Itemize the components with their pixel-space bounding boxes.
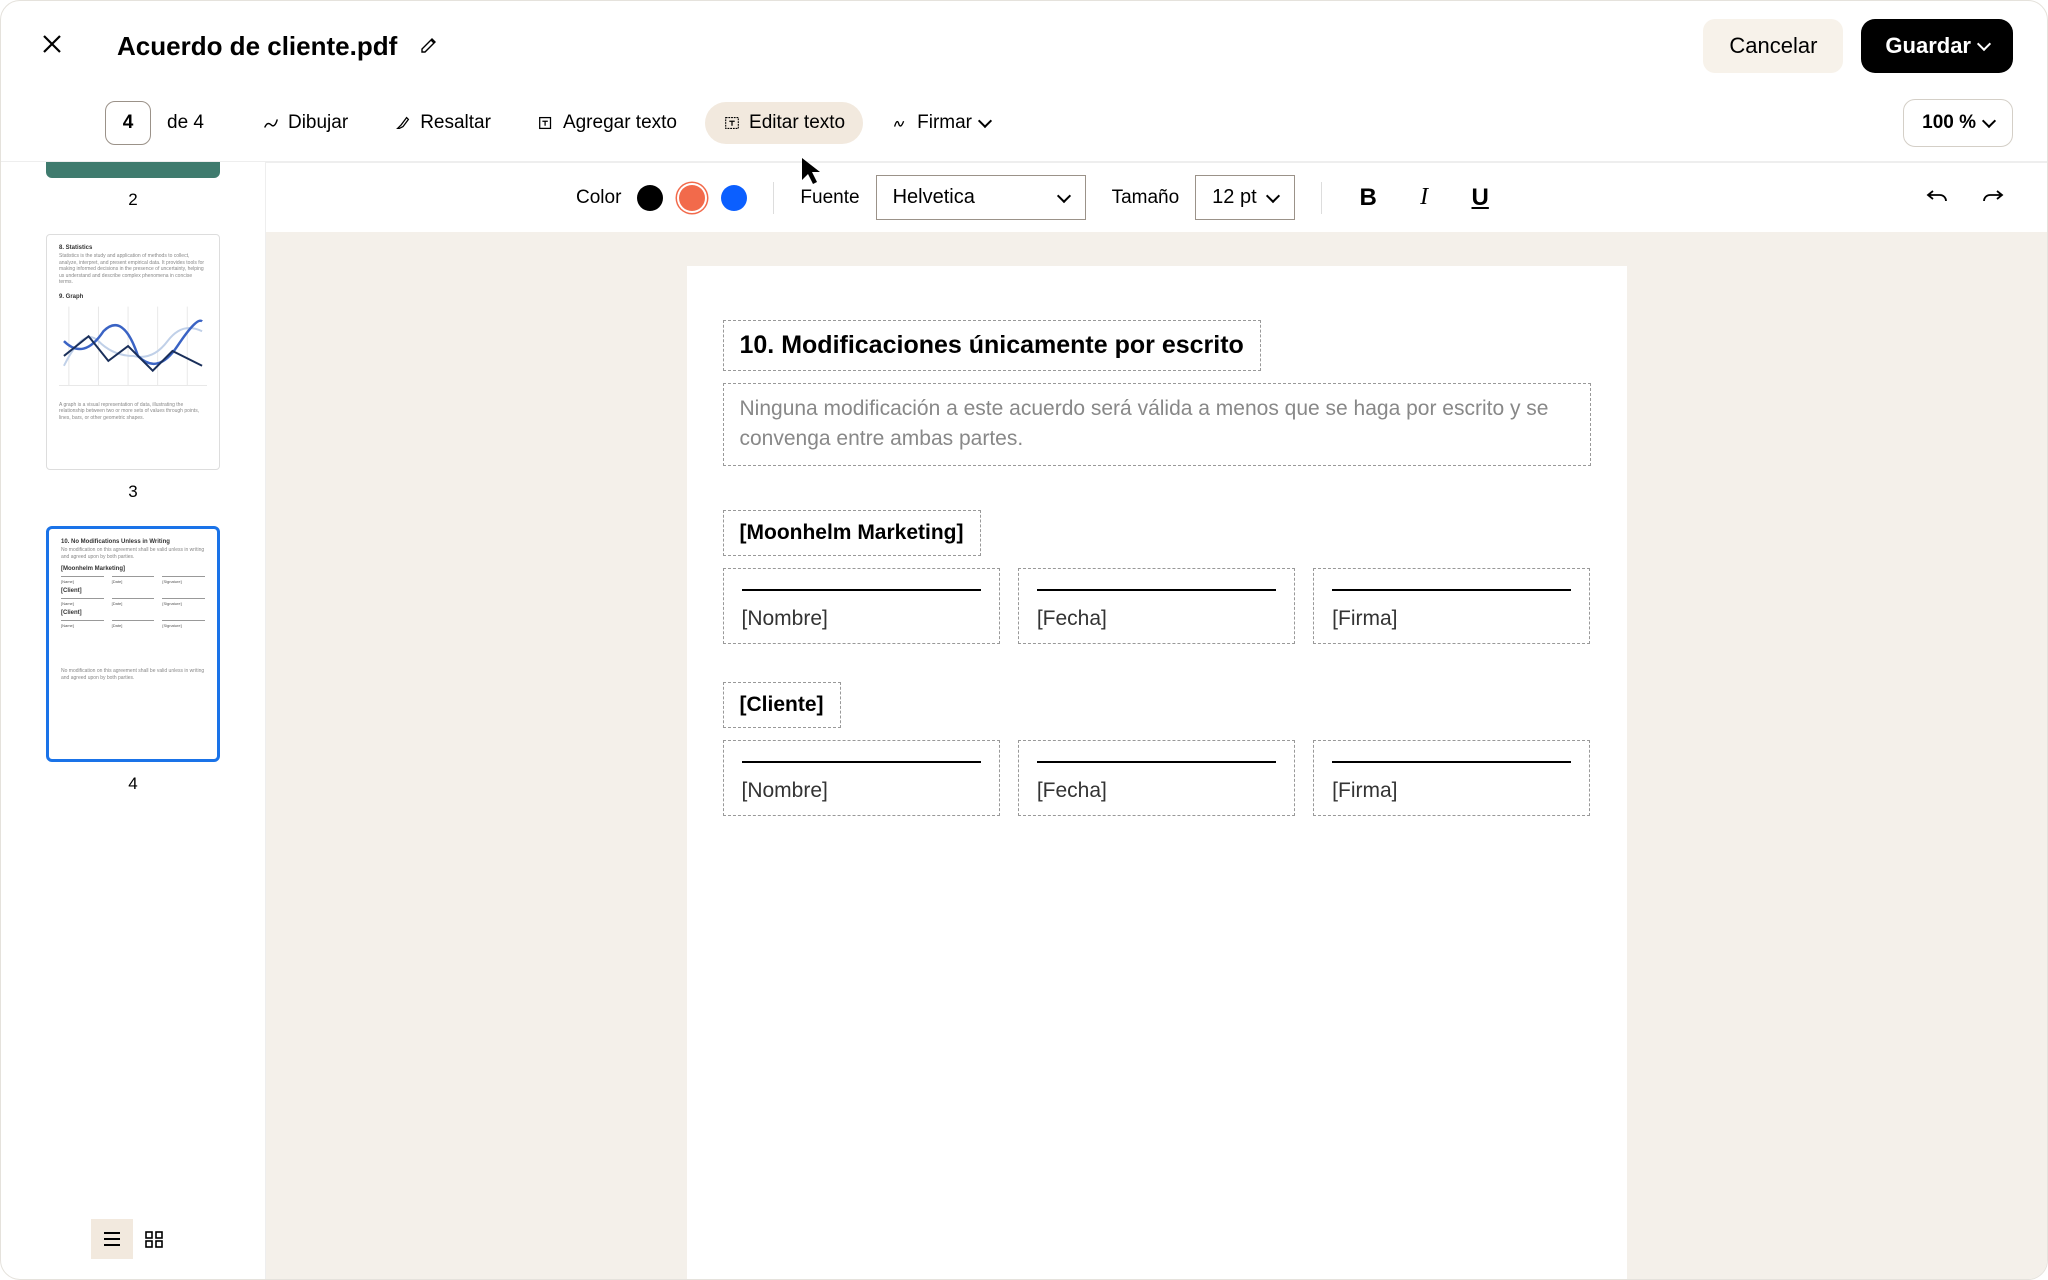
editable-party2[interactable]: [Cliente]	[723, 682, 841, 728]
chevron-down-icon	[1056, 188, 1070, 202]
editable-sig-signature[interactable]: [Firma]	[1313, 568, 1590, 644]
page-number-input[interactable]: 4	[105, 101, 151, 145]
thumbnail-page-3[interactable]: 8. Statistics Statistics is the study an…	[46, 234, 220, 470]
document-canvas[interactable]: 10. Modificaciones únicamente por escrit…	[266, 232, 2047, 1279]
thumbnail-page-4[interactable]: 10. No Modifications Unless in Writing N…	[46, 526, 220, 762]
thumbnail-label-3: 3	[128, 482, 137, 502]
list-icon	[102, 1230, 122, 1248]
view-list-button[interactable]	[91, 1219, 133, 1259]
editable-sig-date[interactable]: [Fecha]	[1018, 740, 1295, 816]
color-swatch-blue[interactable]	[721, 185, 747, 211]
thumbnail-page-2-partial[interactable]	[46, 162, 220, 178]
grid-icon	[144, 1230, 164, 1248]
divider	[773, 182, 774, 214]
tool-edit-text[interactable]: Editar texto	[705, 102, 863, 144]
zoom-select[interactable]: 100 %	[1903, 99, 2013, 147]
redo-icon	[1981, 185, 2005, 205]
color-swatch-orange[interactable]	[679, 185, 705, 211]
toolbar: 4 de 4 Dibujar Resaltar Agregar texto Ed…	[1, 91, 2047, 161]
close-icon	[41, 33, 63, 55]
signature-row: [Nombre] [Fecha] [Firma]	[723, 568, 1591, 644]
draw-icon	[262, 114, 280, 132]
redo-button[interactable]	[1973, 180, 2013, 216]
underline-button[interactable]: U	[1460, 178, 1500, 218]
save-button-label: Guardar	[1885, 33, 1971, 59]
chevron-down-icon	[1266, 188, 1280, 202]
color-label: Color	[576, 187, 621, 209]
file-title: Acuerdo de cliente.pdf	[117, 31, 397, 62]
edit-text-icon	[723, 114, 741, 132]
editable-body[interactable]: Ninguna modificación a este acuerdo será…	[723, 383, 1591, 466]
divider	[1321, 182, 1322, 214]
bold-button[interactable]: B	[1348, 178, 1388, 218]
header: Acuerdo de cliente.pdf Cancelar Guardar	[1, 1, 2047, 91]
page-total: de 4	[167, 112, 204, 134]
edit-title-button[interactable]	[415, 31, 443, 62]
save-button[interactable]: Guardar	[1861, 19, 2013, 73]
font-select[interactable]: Helvetica	[876, 175, 1086, 220]
page-content: 10. Modificaciones únicamente por escrit…	[687, 266, 1627, 1279]
chevron-down-icon	[978, 114, 992, 128]
signature-row: [Nombre] [Fecha] [Firma]	[723, 740, 1591, 816]
pencil-icon	[419, 35, 439, 55]
undo-button[interactable]	[1917, 180, 1957, 216]
editable-sig-name[interactable]: [Nombre]	[723, 568, 1000, 644]
chevron-down-icon	[1982, 114, 1996, 128]
thumbnail-label-2: 2	[128, 190, 137, 210]
editable-sig-date[interactable]: [Fecha]	[1018, 568, 1295, 644]
undo-icon	[1925, 185, 1949, 205]
close-button[interactable]	[35, 27, 69, 65]
editable-sig-signature[interactable]: [Firma]	[1313, 740, 1590, 816]
thumbnail-sidebar: 2 8. Statistics Statistics is the study …	[1, 162, 266, 1279]
view-grid-button[interactable]	[133, 1219, 175, 1259]
cancel-button[interactable]: Cancelar	[1703, 19, 1843, 73]
thumbnail-label-4: 4	[128, 774, 137, 794]
tool-highlight[interactable]: Resaltar	[376, 102, 509, 144]
view-switcher	[91, 1205, 175, 1269]
tool-sign[interactable]: Firmar	[873, 102, 1008, 144]
highlighter-icon	[394, 114, 412, 132]
size-label: Tamaño	[1112, 187, 1180, 209]
add-text-icon	[537, 114, 555, 132]
editable-sig-name[interactable]: [Nombre]	[723, 740, 1000, 816]
tool-draw[interactable]: Dibujar	[244, 102, 366, 144]
format-bar: Color Fuente Helvetica Tamaño 12 pt B I	[266, 162, 2047, 232]
size-select[interactable]: 12 pt	[1195, 175, 1295, 220]
chevron-down-icon	[1977, 37, 1991, 51]
tool-add-text[interactable]: Agregar texto	[519, 102, 695, 144]
editable-party1[interactable]: [Moonhelm Marketing]	[723, 510, 981, 556]
italic-button[interactable]: I	[1404, 178, 1444, 218]
font-label: Fuente	[800, 187, 859, 209]
editable-heading[interactable]: 10. Modificaciones únicamente por escrit…	[723, 320, 1261, 371]
sign-icon	[891, 114, 909, 132]
color-swatch-black[interactable]	[637, 185, 663, 211]
mini-chart-icon	[59, 306, 207, 396]
